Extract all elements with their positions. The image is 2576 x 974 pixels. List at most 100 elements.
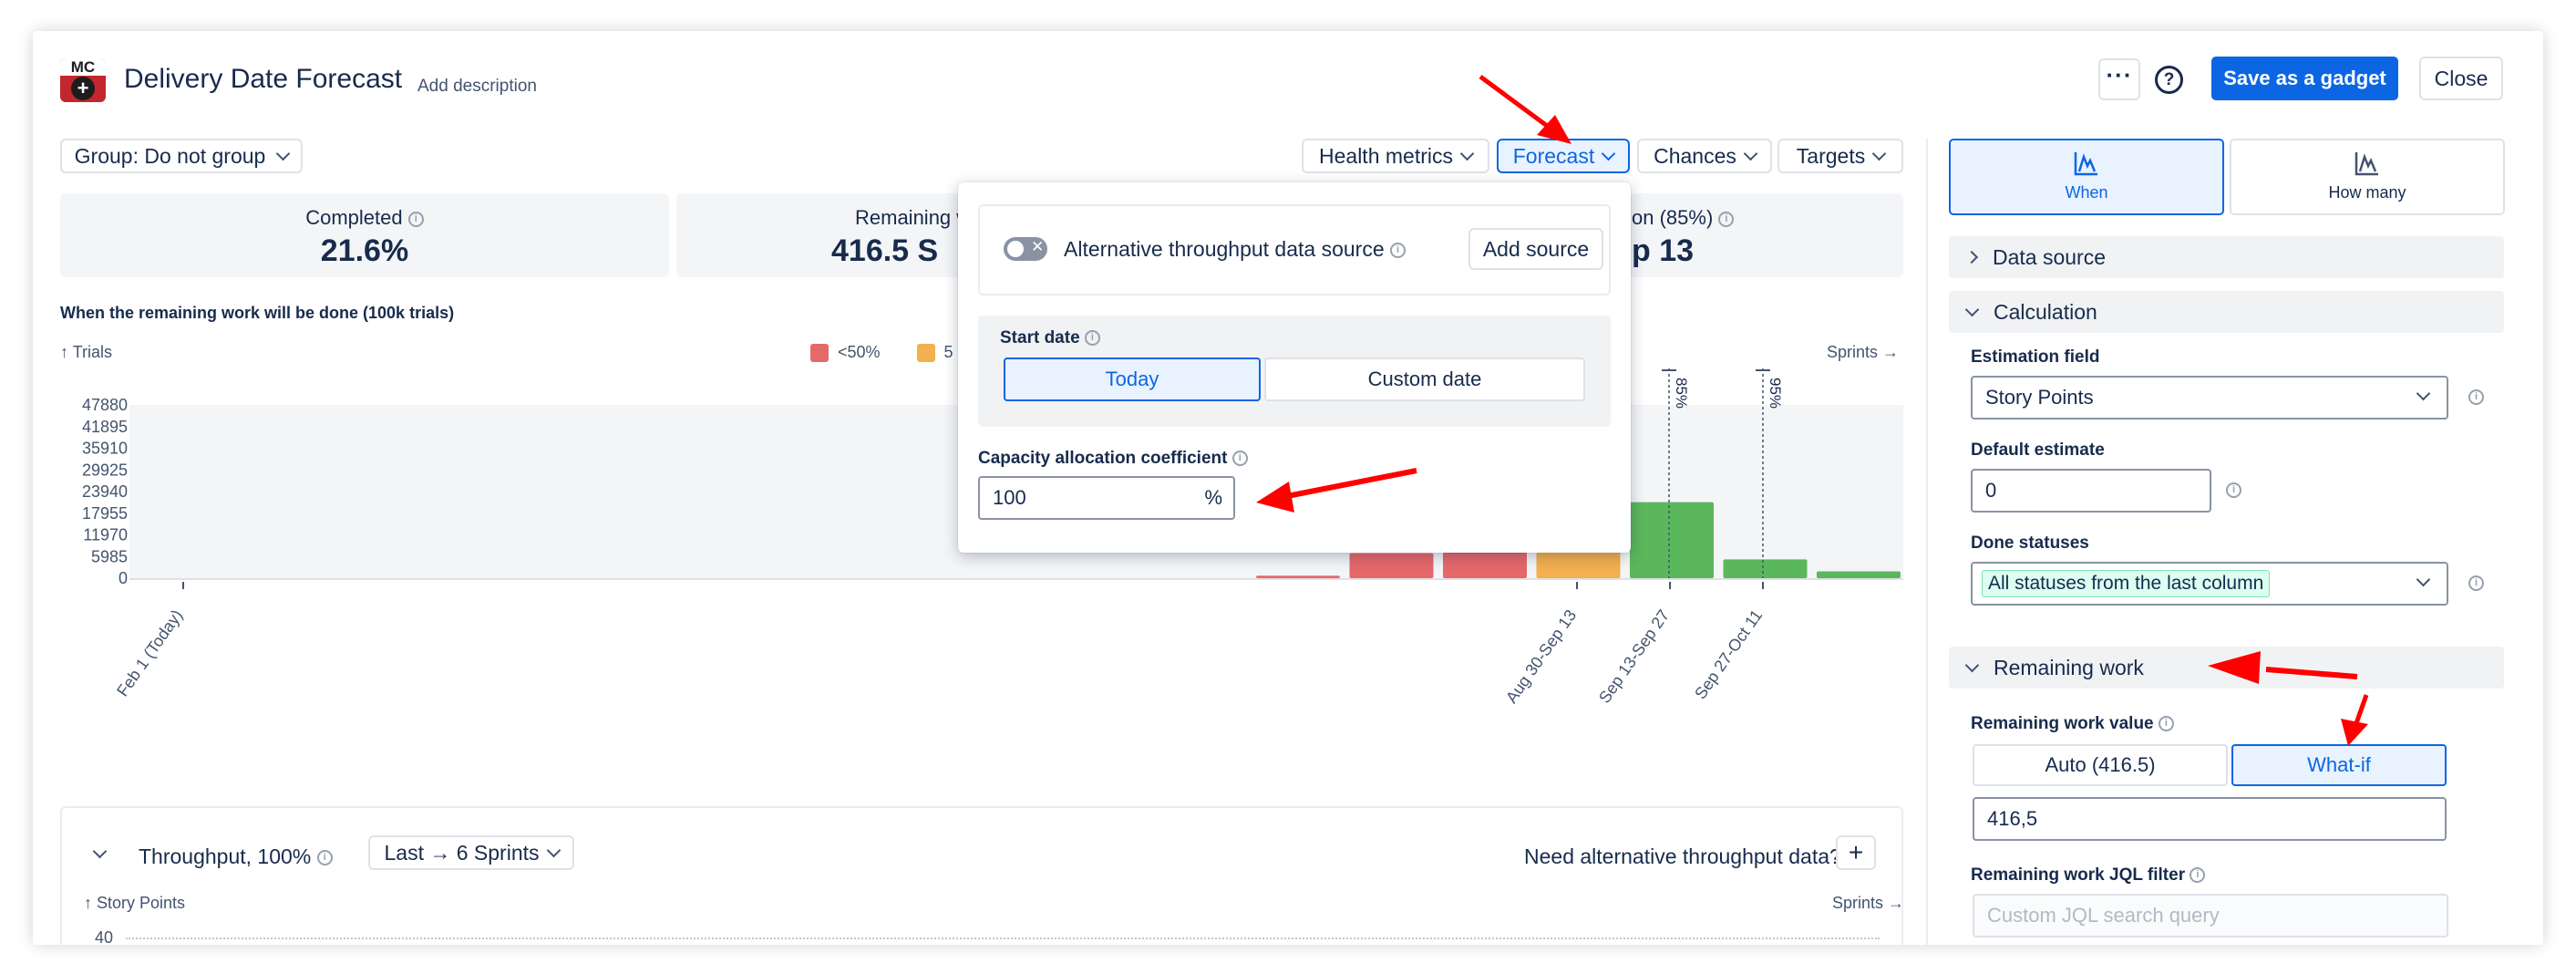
tab-when[interactable]: When [1949,139,2224,215]
alt-source-toggle[interactable]: ✕ [1004,237,1047,261]
collapse-chevron-icon[interactable] [92,844,108,859]
what-if-option[interactable]: What-if [2231,744,2447,786]
forecast-dialog: MC + Delivery Date Forecast Add descript… [33,31,2543,945]
y-axis-label: ↑ Trials [60,343,113,361]
start-date-label: Start date [1000,328,1080,347]
chevron-down-icon [1459,146,1475,161]
chevron-down-icon [546,843,561,857]
need-alternative-text: Need alternative throughput data? [1524,844,1841,868]
legend: <50% 5 [810,343,953,362]
save-as-gadget-button[interactable]: Save as a gadget [2211,57,2398,100]
info-icon: i [2190,867,2206,884]
legend-label: 5 [943,343,953,361]
calculation-section[interactable]: Calculation [1949,291,2504,333]
stat-label: Remaining w [855,206,972,229]
add-source-button[interactable]: Add source [1468,228,1603,270]
tab-how-many[interactable]: How many [2230,139,2505,215]
alt-source-box: ✕ Alternative throughput data source i A… [978,204,1611,295]
y-tick-label: 23940 [82,482,128,501]
alt-source-label: Alternative throughput data source [1064,237,1385,261]
panel-divider [1926,139,1928,945]
more-actions-button[interactable]: ··· [2098,58,2140,100]
chart-when-icon [2074,152,2097,176]
today-option[interactable]: Today [1004,357,1261,401]
auto-option[interactable]: Auto (416.5) [1973,744,2228,786]
chances-dropdown[interactable]: Chances [1637,139,1772,173]
stat-value: 21.6% [320,233,409,268]
stat-value: 416.5 S [831,233,939,268]
throughput-title: Throughput, 100% [139,844,312,868]
chevron-down-icon [1964,302,1980,316]
question-circle-icon[interactable]: ? [2155,66,2183,94]
remaining-work-section[interactable]: Remaining work [1949,647,2504,689]
x-axis-label: Sprints → [1827,343,1900,361]
chevron-down-icon [1743,146,1758,161]
x-tick-labels: Feb 1 (Today) Aug 30-Sep 13 Sep 13-Sep 27 S… [113,606,1766,707]
chevron-right-icon [1964,250,1979,264]
app-logo: MC + [60,58,106,102]
remaining-value-label: Remaining work value [1971,714,2154,733]
targets-dropdown[interactable]: Targets [1777,139,1903,173]
capacity-input[interactable]: 100 % [978,476,1235,520]
group-select[interactable]: Group: Do not group [60,139,303,173]
stat-card-remaining: Remaining w 416.5 S [676,193,986,277]
page-title: Delivery Date Forecast [124,64,403,94]
legend-swatch-50 [916,343,935,362]
stat-label: on (85%) [1632,206,1714,229]
estimation-field-value: Story Points [1985,386,2094,409]
capacity-unit: % [1204,486,1222,509]
x-tick-label: Feb 1 (Today) [113,606,186,699]
jql-filter-input[interactable]: Custom JQL search query [1973,894,2448,938]
info-icon: i [316,850,333,866]
estimation-field-select[interactable]: Story Points [1971,376,2448,420]
x-tick-label: Aug 30-Sep 13 [1502,606,1580,707]
default-estimate-input[interactable]: 0 [1971,469,2211,513]
chevron-down-icon [2416,386,2431,401]
targets-label: Targets [1796,143,1866,168]
y-tick-label: 17955 [82,504,128,523]
default-estimate-label: Default estimate [1971,440,2105,460]
info-icon: i [2226,482,2241,498]
plus-icon[interactable]: + [1836,835,1876,870]
y-tick-label: 47880 [82,396,128,414]
close-label: Close [2434,66,2488,90]
stat-card-completed: Completed i 21.6% [60,193,669,277]
info-icon: i [1390,243,1406,259]
legend-swatch-lt50 [810,343,829,362]
custom-date-label: Custom date [1367,368,1482,390]
logo-text: MC [60,58,106,76]
done-statuses-select[interactable]: All statuses from the last column [1971,562,2448,606]
close-button[interactable]: Close [2419,57,2503,100]
annotation-arrow-what-if [2341,694,2369,746]
auto-label: Auto (416.5) [2045,753,2156,776]
what-if-label: What-if [2307,753,2371,776]
info-icon: i [407,211,424,227]
remaining-work-input[interactable]: 416,5 [1973,797,2447,841]
jql-filter-label: Remaining work JQL filter [1971,865,2186,885]
custom-date-option[interactable]: Custom date [1264,357,1585,401]
forecast-popup: ✕ Alternative throughput data source i A… [958,182,1631,553]
add-description-link[interactable]: Add description [417,77,537,97]
today-label: Today [1105,368,1159,390]
health-metrics-dropdown[interactable]: Health metrics [1302,139,1489,173]
info-icon: i [1084,330,1100,347]
info-icon: i [2158,716,2174,732]
histogram-bar [1256,575,1340,578]
info-icon: i [2468,389,2484,405]
x-axis-tick-labels: Feb 1 (Today) Aug 30-Sep 13 Sep 13-Sep 27 S… [33,606,1938,770]
throughput-y-label: Story Points [97,894,186,912]
ellipsis-icon: ··· [2106,60,2133,88]
info-icon: i [1718,211,1735,227]
tab-when-label: When [2065,183,2108,202]
x-tick-label: Sep 27-Oct 11 [1691,606,1766,702]
forecast-dropdown[interactable]: Forecast [1497,139,1630,173]
data-source-section[interactable]: Data source [1949,236,2504,278]
marker-85-label: 85% [1673,378,1690,409]
default-estimate-value: 0 [1985,479,1997,502]
capacity-value: 100 [993,486,1026,509]
y-axis-label-text: Trials [72,343,113,361]
legend-label: <50% [838,343,881,361]
throughput-range-select[interactable]: Last → 6 Sprints [368,835,574,870]
stat-label: Completed [305,206,403,229]
done-statuses-label: Done statuses [1971,534,2089,553]
